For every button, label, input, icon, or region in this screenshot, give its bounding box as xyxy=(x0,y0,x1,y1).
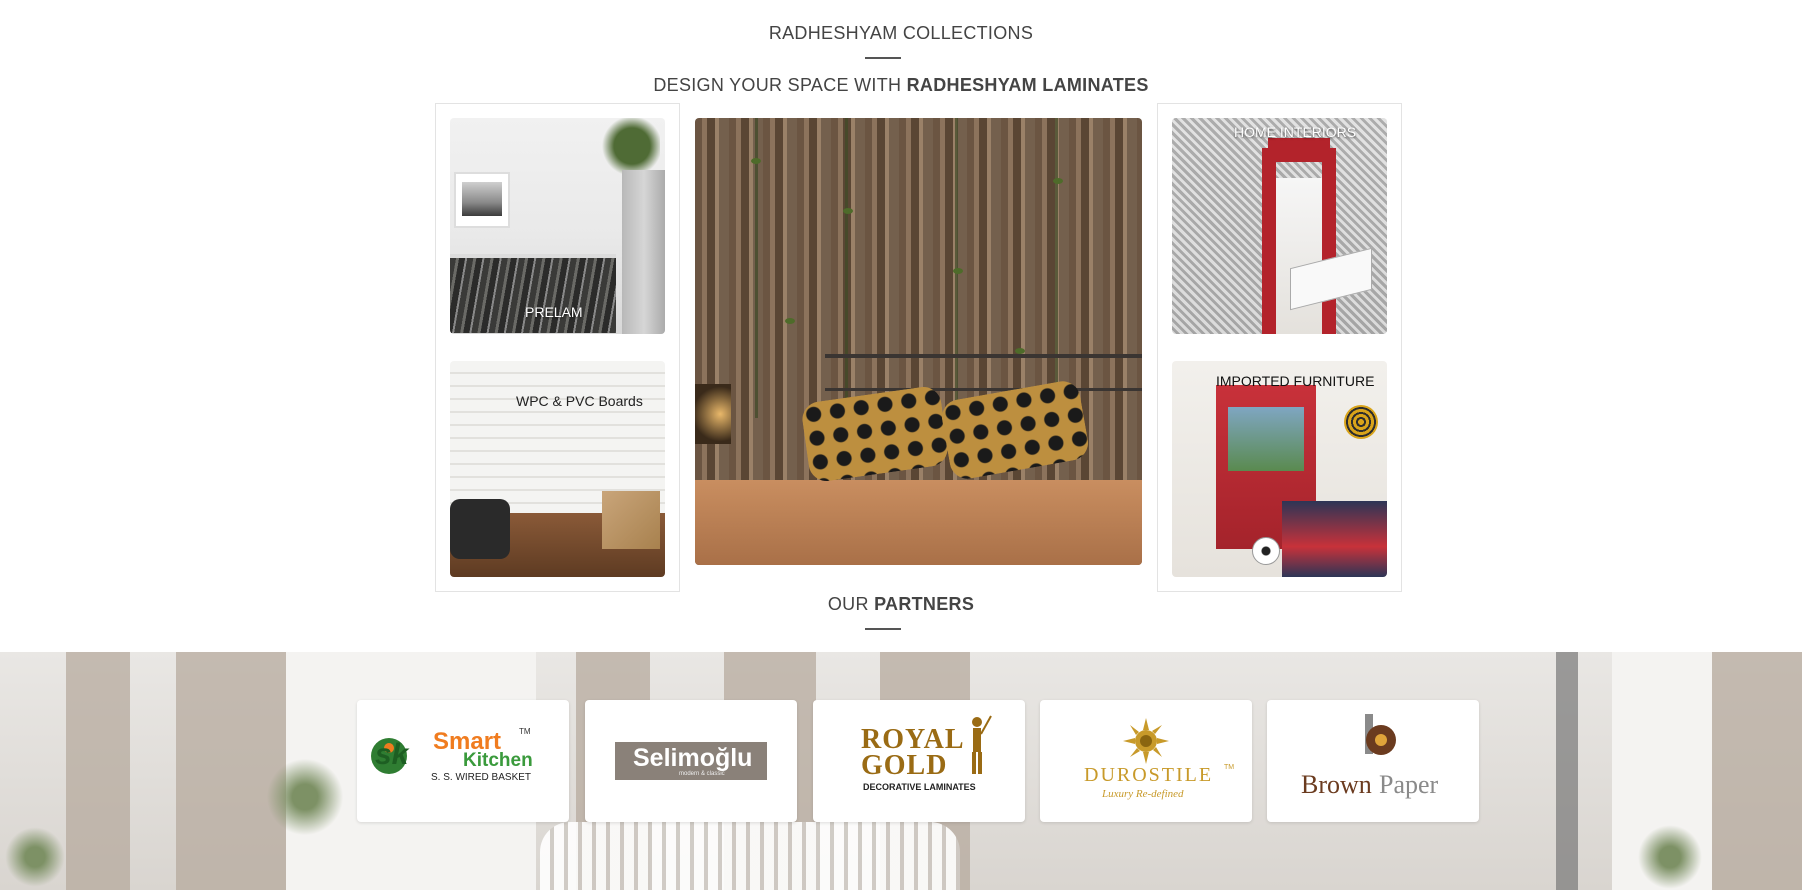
red-arch-top xyxy=(1268,138,1330,162)
football xyxy=(1252,537,1280,565)
showroom-view xyxy=(1276,178,1322,334)
smart-kitchen-mark: sk xyxy=(375,738,409,771)
wall-panel xyxy=(66,652,130,890)
partners-divider xyxy=(865,628,901,630)
leaf xyxy=(751,158,761,164)
partner-card-brown-paper[interactable]: Brown Paper xyxy=(1267,700,1479,822)
tagline-prefix: DESIGN YOUR SPACE WITH xyxy=(653,75,907,95)
brown-paper-word2: Paper xyxy=(1379,770,1439,799)
laminate-panel xyxy=(622,170,665,334)
collections-tagline: DESIGN YOUR SPACE WITH RADHESHYAM LAMINA… xyxy=(0,75,1802,96)
tile-featured-wallpaper[interactable] xyxy=(695,118,1142,565)
durostile-sub: Luxury Re-defined xyxy=(1102,788,1184,800)
plant-decor xyxy=(1630,822,1710,890)
smart-kitchen-sub: S. S. WIRED BASKET xyxy=(431,772,532,783)
pillow-right xyxy=(939,378,1091,482)
tile-label-home-interiors: HOME INTERIORS xyxy=(1234,124,1357,140)
golfer-icon xyxy=(972,715,992,774)
partners-heading-prefix: OUR xyxy=(827,594,875,614)
red-arch-right xyxy=(1322,148,1336,334)
partner-card-durostile[interactable]: DUROSTILE TM Luxury Re-defined xyxy=(1040,700,1252,822)
brown-paper-logo-icon xyxy=(1365,714,1396,755)
tile-imported-furniture[interactable]: IMPORTED FURNITURE xyxy=(1172,361,1387,577)
royal-gold-line2: GOLD xyxy=(861,750,948,781)
kids-bed xyxy=(1282,501,1387,577)
wall-panel xyxy=(1712,652,1802,890)
partner-card-royal-gold[interactable]: ROYAL GOLD DECORATIVE LAMINATES xyxy=(813,700,1025,822)
brown-paper-word1: Brown xyxy=(1301,770,1372,799)
tile-label-imported-furniture: IMPORTED FURNITURE xyxy=(1216,373,1375,389)
wall-panel xyxy=(1556,652,1578,890)
tile-wpc-pvc-boards[interactable]: WPC & PVC Boards xyxy=(450,361,665,577)
plant-decor xyxy=(0,822,70,890)
royal-gold-sub: DECORATIVE LAMINATES xyxy=(863,782,976,792)
tagline-brand: RADHESHYAM LAMINATES xyxy=(906,75,1149,95)
wall-art xyxy=(454,172,510,228)
collections-divider xyxy=(865,57,901,59)
plant-decor xyxy=(260,752,350,842)
partners-heading-bold: PARTNERS xyxy=(874,594,975,614)
laminate-cabinet xyxy=(450,258,616,333)
durostile-name: DUROSTILE xyxy=(1084,764,1214,786)
tile-label-prelam: PRELAM xyxy=(525,304,583,320)
partner-card-selimoglu[interactable]: Selimoğlu modern & classic xyxy=(585,700,797,822)
chair xyxy=(450,499,510,559)
durostile-tm: TM xyxy=(1224,764,1235,771)
wood-blocks xyxy=(602,491,660,549)
bed xyxy=(695,480,1142,565)
bed-headboard xyxy=(825,354,1142,391)
collections-heading: RADHESHYAM COLLECTIONS xyxy=(768,23,1034,43)
leaf xyxy=(1053,178,1063,184)
smart-kitchen-tm: TM xyxy=(519,727,531,736)
tile-home-interiors[interactable]: HOME INTERIORS xyxy=(1172,118,1387,334)
selimoglu-sub: modern & classic xyxy=(679,771,725,777)
sofa-decor xyxy=(540,822,960,890)
partners-heading: OUR PARTNERS xyxy=(0,594,1802,615)
tile-label-wpc: WPC & PVC Boards xyxy=(516,393,643,409)
red-arch-left xyxy=(1262,148,1276,334)
partner-card-smart-kitchen[interactable]: sk Smart TM Kitchen S. S. WIRED BASKET xyxy=(357,700,569,822)
leaf xyxy=(843,208,853,214)
smart-kitchen-word2: Kitchen xyxy=(463,750,533,771)
tile-prelam[interactable]: PRELAM xyxy=(450,118,665,334)
selimoglu-name: Selimoğlu xyxy=(633,744,753,772)
dartboard xyxy=(1344,405,1378,439)
leaf xyxy=(953,268,963,274)
bedside-lamp xyxy=(695,384,731,444)
pillow-left xyxy=(800,384,950,484)
sunflower-icon xyxy=(1123,718,1169,764)
leaf xyxy=(785,318,795,324)
